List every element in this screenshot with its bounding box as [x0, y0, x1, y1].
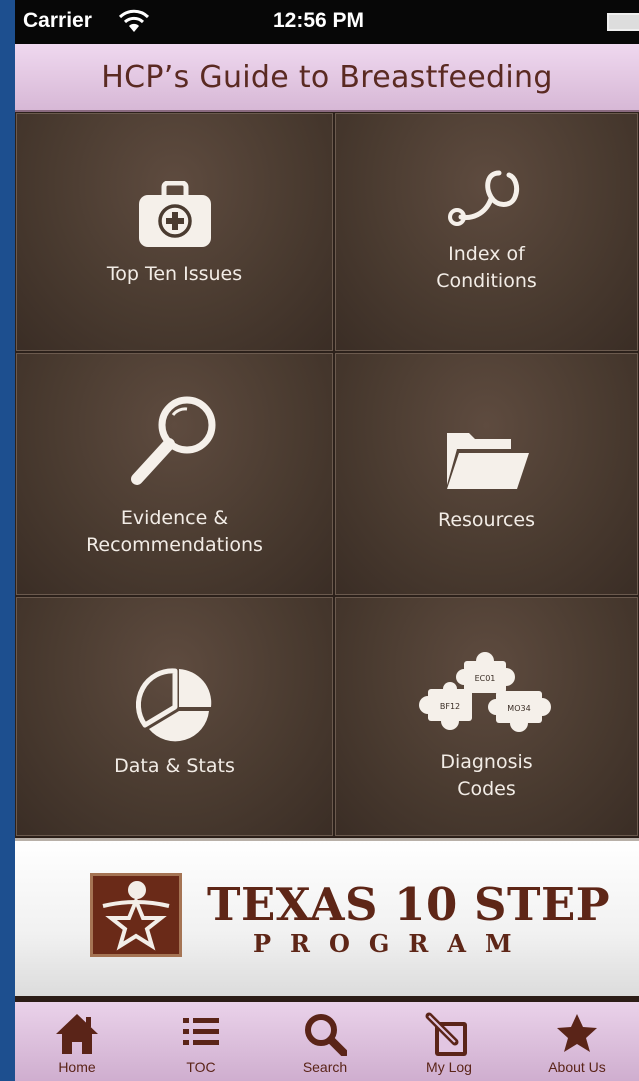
- tab-bar: Home TOC Search My Log About Us: [15, 1002, 639, 1081]
- folder-icon: [446, 433, 529, 489]
- title-bar: HCP’s Guide to Breastfeeding: [15, 44, 639, 112]
- puzzle-code: MO34: [507, 704, 530, 713]
- star-icon: [557, 1014, 597, 1052]
- tab-label: TOC: [186, 1059, 216, 1075]
- page-title: HCP’s Guide to Breastfeeding: [101, 59, 553, 95]
- puzzle-code: BF12: [439, 702, 459, 711]
- puzzle-pieces-icon: EC01 BF12 MO34: [418, 652, 551, 732]
- tab-home[interactable]: Home: [15, 1002, 139, 1081]
- tile-index-of-conditions[interactable]: Index of Conditions: [334, 112, 639, 352]
- tile-label: Data & Stats: [114, 755, 235, 777]
- tile-label-line2: Codes: [457, 778, 516, 800]
- carrier-label: Carrier: [23, 9, 92, 32]
- banner-title: TEXAS 10 STEP: [207, 878, 611, 931]
- notepad-pencil-icon: [425, 1012, 467, 1056]
- tile-evidence-recommendations[interactable]: Evidence & Recommendations: [15, 352, 334, 596]
- tab-toc[interactable]: TOC: [139, 1002, 263, 1081]
- search-icon: [305, 1014, 347, 1056]
- pie-chart-icon: [135, 668, 211, 742]
- tab-label: Search: [302, 1059, 348, 1075]
- tile-label-line1: Diagnosis: [440, 751, 533, 773]
- clock: 12:56 PM: [273, 9, 365, 32]
- tile-label: Resources: [437, 509, 536, 531]
- tile-label-line1: Evidence &: [120, 507, 229, 529]
- tab-about-us[interactable]: About Us: [515, 1002, 639, 1081]
- texas-star-logo: [90, 873, 182, 957]
- menu-grid: Top Ten Issues Index of Conditions Evide…: [15, 112, 639, 837]
- tab-search[interactable]: Search: [263, 1002, 387, 1081]
- wifi-icon: [118, 9, 150, 32]
- magnifying-glass-icon: [130, 396, 215, 485]
- app-screen: Carrier 12:56 PM HCP’s Guide to Breastfe…: [15, 0, 639, 1081]
- tile-resources[interactable]: Resources: [334, 352, 639, 596]
- tab-label: About Us: [548, 1059, 606, 1075]
- tile-label-line2: Conditions: [436, 270, 537, 292]
- star-person-icon: [102, 881, 170, 951]
- tile-label-line1: Index of: [448, 243, 525, 265]
- list-icon: [183, 1018, 219, 1045]
- stethoscope-icon: [447, 170, 519, 226]
- tab-label: My Log: [426, 1059, 472, 1075]
- tile-diagnosis-codes[interactable]: EC01 BF12 MO34 Diagnosis Codes: [334, 596, 639, 837]
- first-aid-kit-icon: [138, 181, 211, 247]
- battery-icon: [607, 13, 639, 31]
- banner-subtitle: PROGRAM: [253, 929, 531, 958]
- tab-my-log[interactable]: My Log: [387, 1002, 511, 1081]
- tile-data-stats[interactable]: Data & Stats: [15, 596, 334, 837]
- tab-label: Home: [58, 1059, 96, 1075]
- tile-label: Top Ten Issues: [106, 263, 243, 285]
- tile-top-ten-issues[interactable]: Top Ten Issues: [15, 112, 334, 352]
- home-icon: [56, 1014, 98, 1054]
- status-bar: Carrier 12:56 PM: [15, 0, 639, 44]
- tile-label-line2: Recommendations: [86, 534, 263, 556]
- texas-10-step-banner[interactable]: TEXAS 10 STEP PROGRAM: [15, 838, 639, 996]
- puzzle-code: EC01: [474, 674, 495, 683]
